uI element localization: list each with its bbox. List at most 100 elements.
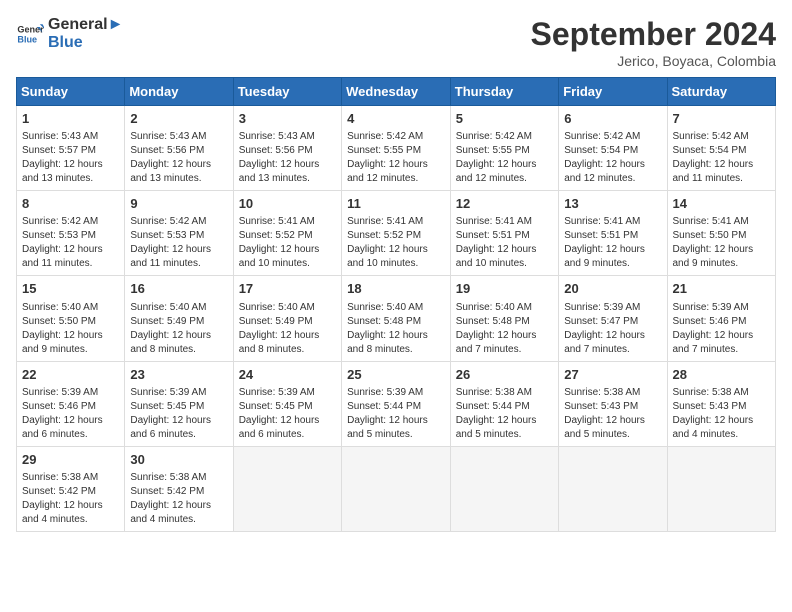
day-info: Sunrise: 5:43 AMSunset: 5:56 PMDaylight:… [239, 130, 336, 186]
day-info: Sunrise: 5:41 AMSunset: 5:51 PMDaylight:… [456, 215, 553, 271]
calendar-day-cell: 30 Sunrise: 5:38 AMSunset: 5:42 PMDayligh… [125, 446, 233, 531]
calendar-day-cell: 25 Sunrise: 5:39 AMSunset: 5:44 PMDayligh… [342, 361, 451, 446]
day-info: Sunrise: 5:43 AMSunset: 5:57 PMDaylight:… [22, 130, 119, 186]
day-info: Sunrise: 5:39 AMSunset: 5:44 PMDaylight:… [347, 386, 445, 442]
day-number: 8 [22, 195, 119, 213]
day-number: 18 [347, 280, 445, 298]
col-wednesday: Wednesday [342, 78, 451, 106]
calendar-day-cell: 7Sunrise: 5:42 AMSunset: 5:54 PMDaylight… [667, 106, 776, 191]
day-number: 12 [456, 195, 553, 213]
calendar-day-cell: 11Sunrise: 5:41 AMSunset: 5:52 PMDayligh… [342, 191, 451, 276]
day-info: Sunrise: 5:42 AMSunset: 5:55 PMDaylight:… [456, 130, 553, 186]
day-info: Sunrise: 5:39 AMSunset: 5:47 PMDaylight:… [564, 301, 661, 357]
day-info: Sunrise: 5:38 AMSunset: 5:43 PMDaylight:… [673, 386, 771, 442]
calendar-day-cell: 15Sunrise: 5:40 AMSunset: 5:50 PMDayligh… [17, 276, 125, 361]
day-info: Sunrise: 5:41 AMSunset: 5:50 PMDaylight:… [673, 215, 771, 271]
calendar-day-cell [233, 446, 341, 531]
logo: General Blue General► Blue [16, 16, 123, 51]
day-number: 25 [347, 366, 445, 384]
day-info: Sunrise: 5:42 AMSunset: 5:54 PMDaylight:… [564, 130, 661, 186]
col-monday: Monday [125, 78, 233, 106]
day-number: 14 [673, 195, 771, 213]
calendar-day-cell: 2Sunrise: 5:43 AMSunset: 5:56 PMDaylight… [125, 106, 233, 191]
calendar-day-cell: 5 Sunrise: 5:42 AMSunset: 5:55 PMDaylight… [450, 106, 558, 191]
day-number: 16 [130, 280, 227, 298]
day-number: 27 [564, 366, 661, 384]
day-info: Sunrise: 5:42 AMSunset: 5:53 PMDaylight:… [130, 215, 227, 271]
day-number: 26 [456, 366, 553, 384]
calendar-header-row: Sunday Monday Tuesday Wednesday Thursday… [17, 78, 776, 106]
day-info: Sunrise: 5:42 AMSunset: 5:54 PMDaylight:… [673, 130, 771, 186]
calendar-day-cell: 1 Sunrise: 5:43 AMSunset: 5:57 PMDaylight… [17, 106, 125, 191]
day-number: 10 [239, 195, 336, 213]
col-thursday: Thursday [450, 78, 558, 106]
calendar-table: Sunday Monday Tuesday Wednesday Thursday… [16, 77, 776, 532]
day-number: 11 [347, 195, 445, 213]
calendar-day-cell: 14 Sunrise: 5:41 AMSunset: 5:50 PMDayligh… [667, 191, 776, 276]
day-info: Sunrise: 5:40 AMSunset: 5:48 PMDaylight:… [456, 301, 553, 357]
calendar-day-cell: 3 Sunrise: 5:43 AMSunset: 5:56 PMDaylight… [233, 106, 341, 191]
day-number: 13 [564, 195, 661, 213]
day-number: 19 [456, 280, 553, 298]
day-number: 20 [564, 280, 661, 298]
calendar-day-cell: 22 Sunrise: 5:39 AMSunset: 5:46 PMDayligh… [17, 361, 125, 446]
day-info: Sunrise: 5:41 AMSunset: 5:51 PMDaylight:… [564, 215, 661, 271]
day-info: Sunrise: 5:39 AMSunset: 5:46 PMDaylight:… [673, 301, 771, 357]
day-info: Sunrise: 5:40 AMSunset: 5:49 PMDaylight:… [239, 301, 336, 357]
day-number: 22 [22, 366, 119, 384]
calendar-day-cell: 20 Sunrise: 5:39 AMSunset: 5:47 PMDayligh… [559, 276, 667, 361]
calendar-day-cell: 18 Sunrise: 5:40 AMSunset: 5:48 PMDayligh… [342, 276, 451, 361]
day-info: Sunrise: 5:40 AMSunset: 5:48 PMDaylight:… [347, 301, 445, 357]
calendar-day-cell: 4Sunrise: 5:42 AMSunset: 5:55 PMDaylight… [342, 106, 451, 191]
day-info: Sunrise: 5:39 AMSunset: 5:46 PMDaylight:… [22, 386, 119, 442]
calendar-day-cell: 21 Sunrise: 5:39 AMSunset: 5:46 PMDayligh… [667, 276, 776, 361]
calendar-day-cell: 23 Sunrise: 5:39 AMSunset: 5:45 PMDayligh… [125, 361, 233, 446]
day-info: Sunrise: 5:39 AMSunset: 5:45 PMDaylight:… [239, 386, 336, 442]
day-info: Sunrise: 5:40 AMSunset: 5:50 PMDaylight:… [22, 301, 119, 357]
day-info: Sunrise: 5:40 AMSunset: 5:49 PMDaylight:… [130, 301, 227, 357]
day-info: Sunrise: 5:38 AMSunset: 5:44 PMDaylight:… [456, 386, 553, 442]
title-block: September 2024 Jerico, Boyaca, Colombia [531, 16, 776, 69]
svg-text:Blue: Blue [17, 34, 37, 44]
calendar-day-cell: 27 Sunrise: 5:38 AMSunset: 5:43 PMDayligh… [559, 361, 667, 446]
calendar-week-row: 8 Sunrise: 5:42 AMSunset: 5:53 PMDaylight… [17, 191, 776, 276]
calendar-day-cell [450, 446, 558, 531]
calendar-week-row: 1 Sunrise: 5:43 AMSunset: 5:57 PMDaylight… [17, 106, 776, 191]
calendar-day-cell [667, 446, 776, 531]
day-number: 4 [347, 110, 445, 128]
col-saturday: Saturday [667, 78, 776, 106]
day-number: 3 [239, 110, 336, 128]
calendar-day-cell [559, 446, 667, 531]
day-number: 1 [22, 110, 119, 128]
day-number: 21 [673, 280, 771, 298]
calendar-day-cell: 16 Sunrise: 5:40 AMSunset: 5:49 PMDayligh… [125, 276, 233, 361]
day-info: Sunrise: 5:38 AMSunset: 5:42 PMDaylight:… [22, 471, 119, 527]
location: Jerico, Boyaca, Colombia [531, 53, 776, 69]
day-number: 9 [130, 195, 227, 213]
col-friday: Friday [559, 78, 667, 106]
day-info: Sunrise: 5:38 AMSunset: 5:43 PMDaylight:… [564, 386, 661, 442]
calendar-day-cell: 19 Sunrise: 5:40 AMSunset: 5:48 PMDayligh… [450, 276, 558, 361]
col-sunday: Sunday [17, 78, 125, 106]
day-info: Sunrise: 5:38 AMSunset: 5:42 PMDaylight:… [130, 471, 227, 527]
day-number: 28 [673, 366, 771, 384]
calendar-day-cell [342, 446, 451, 531]
col-tuesday: Tuesday [233, 78, 341, 106]
calendar-day-cell: 17 Sunrise: 5:40 AMSunset: 5:49 PMDayligh… [233, 276, 341, 361]
day-number: 17 [239, 280, 336, 298]
day-number: 30 [130, 451, 227, 469]
calendar-day-cell: 10 Sunrise: 5:41 AMSunset: 5:52 PMDayligh… [233, 191, 341, 276]
day-info: Sunrise: 5:41 AMSunset: 5:52 PMDaylight:… [239, 215, 336, 271]
day-info: Sunrise: 5:39 AMSunset: 5:45 PMDaylight:… [130, 386, 227, 442]
calendar-day-cell: 9 Sunrise: 5:42 AMSunset: 5:53 PMDaylight… [125, 191, 233, 276]
day-number: 23 [130, 366, 227, 384]
day-info: Sunrise: 5:43 AMSunset: 5:56 PMDaylight:… [130, 130, 227, 186]
calendar-day-cell: 12 Sunrise: 5:41 AMSunset: 5:51 PMDayligh… [450, 191, 558, 276]
logo-icon: General Blue [16, 20, 44, 48]
calendar-day-cell: 8Sunrise: 5:42 AMSunset: 5:53 PMDaylight… [17, 191, 125, 276]
day-number: 5 [456, 110, 553, 128]
month-title: September 2024 [531, 16, 776, 53]
calendar-week-row: 15Sunrise: 5:40 AMSunset: 5:50 PMDayligh… [17, 276, 776, 361]
calendar-day-cell: 13 Sunrise: 5:41 AMSunset: 5:51 PMDayligh… [559, 191, 667, 276]
day-number: 29 [22, 451, 119, 469]
